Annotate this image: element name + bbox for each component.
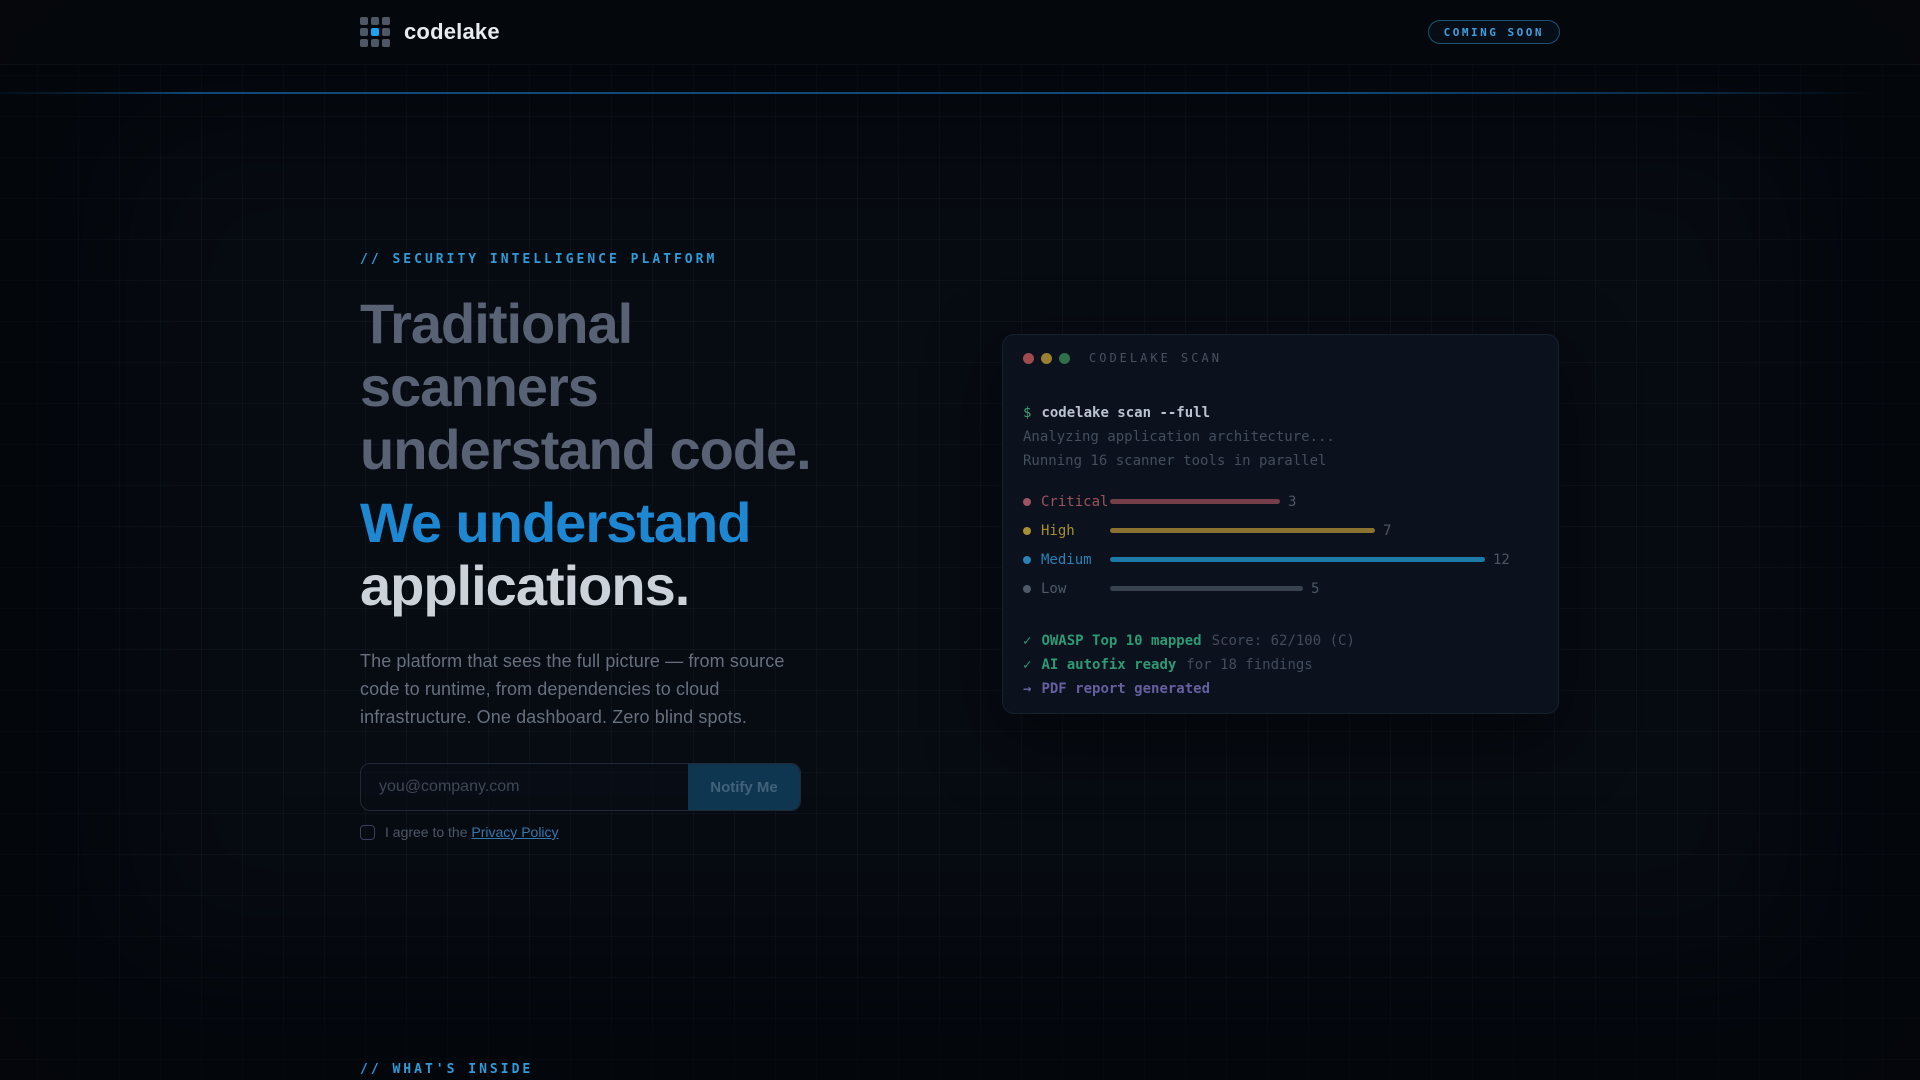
headline-muted-line1: Traditional scanners — [360, 292, 633, 418]
severity-row-low: Low 5 — [1023, 574, 1538, 603]
critical-dot-icon — [1023, 497, 1031, 506]
severity-label: High — [1041, 522, 1075, 539]
severity-count: 12 — [1493, 551, 1510, 568]
logo-cell — [360, 28, 368, 36]
severity-count: 5 — [1311, 580, 1320, 597]
privacy-policy-link[interactable]: Privacy Policy — [471, 824, 558, 840]
severity-bar — [1110, 499, 1280, 504]
email-input[interactable] — [361, 764, 688, 810]
header: codelake COMING SOON — [0, 0, 1920, 65]
terminal-command: codelake scan --full — [1041, 405, 1211, 421]
severity-label: Medium — [1041, 551, 1092, 568]
logo-cell-accent — [371, 28, 379, 36]
scan-summary: ✓ OWASP Top 10 mapped Score: 62/100 (C) ✓… — [1023, 629, 1538, 701]
summary-suffix: for 18 findings — [1186, 657, 1313, 673]
logo-cell — [382, 17, 390, 25]
hero-section: // SECURITY INTELLIGENCE PLATFORM Tradit… — [360, 252, 822, 840]
severity-bars: Critical 3 High 7 Medium 12 Low 5 — [1023, 487, 1538, 603]
hero-paragraph: The platform that sees the full picture … — [360, 651, 785, 727]
maximize-dot-icon — [1059, 352, 1070, 364]
terminal-title: CODELAKE SCAN — [1089, 351, 1222, 365]
whats-inside-label: // WHAT'S INSIDE — [360, 1062, 534, 1077]
severity-count: 3 — [1288, 493, 1297, 510]
logo-cell — [382, 28, 390, 36]
logo-cell — [360, 39, 368, 47]
terminal-titlebar: CODELAKE SCAN — [1003, 335, 1558, 365]
headline-muted-line2: understand code. — [360, 418, 812, 481]
severity-row-high: High 7 — [1023, 516, 1538, 545]
signup-form: Notify Me — [360, 763, 801, 811]
top-accent-line — [0, 92, 1920, 94]
grid-background — [0, 0, 1920, 1080]
summary-text: PDF report generated — [1041, 681, 1211, 697]
logo-grid-icon — [360, 17, 390, 47]
logo-cell — [360, 17, 368, 25]
minimize-dot-icon — [1041, 352, 1052, 364]
severity-bar — [1110, 528, 1375, 533]
summary-line: → PDF report generated — [1023, 677, 1538, 701]
summary-line: ✓ AI autofix ready for 18 findings — [1023, 653, 1538, 677]
terminal-command-line: $ codelake scan --full — [1023, 401, 1538, 425]
medium-dot-icon — [1023, 555, 1031, 564]
summary-line: ✓ OWASP Top 10 mapped Score: 62/100 (C) — [1023, 629, 1538, 653]
page-title: Traditional scanners understand code. We… — [360, 292, 822, 617]
privacy-checkbox[interactable] — [360, 824, 375, 840]
summary-text: OWASP Top 10 mapped — [1041, 633, 1202, 649]
page: codelake COMING SOON // SECURITY INTELLI… — [0, 0, 1920, 1080]
severity-row-medium: Medium 12 — [1023, 545, 1538, 574]
summary-text: AI autofix ready — [1041, 657, 1177, 673]
terminal-window: CODELAKE SCAN $ codelake scan --full Ana… — [1002, 334, 1559, 714]
high-dot-icon — [1023, 526, 1031, 535]
severity-count: 7 — [1383, 522, 1392, 539]
close-dot-icon — [1023, 352, 1034, 364]
check-icon: ✓ — [1023, 657, 1032, 673]
summary-suffix: Score: 62/100 (C) — [1211, 633, 1355, 649]
headline-strong: applications. — [360, 554, 690, 617]
coming-soon-badge: COMING SOON — [1427, 20, 1560, 44]
terminal-body: $ codelake scan --full Analyzing applica… — [1003, 365, 1558, 701]
severity-bar — [1110, 586, 1303, 591]
brand[interactable]: codelake — [360, 17, 500, 47]
low-dot-icon — [1023, 584, 1031, 593]
vignette-overlay — [0, 0, 1920, 1080]
severity-label: Low — [1041, 580, 1067, 597]
check-icon: ✓ — [1023, 633, 1032, 649]
prompt-symbol: $ — [1023, 405, 1032, 421]
arrow-right-icon: → — [1023, 681, 1032, 697]
severity-label: Critical — [1041, 493, 1109, 510]
brand-name: codelake — [404, 19, 500, 44]
terminal-output-line: Analyzing application architecture... — [1023, 429, 1335, 445]
headline-accent: We understand — [360, 491, 751, 554]
logo-cell — [371, 17, 379, 25]
logo-cell — [382, 39, 390, 47]
logo-cell — [371, 39, 379, 47]
severity-bar — [1110, 557, 1485, 562]
consent-text: I agree to the Privacy Policy — [385, 824, 559, 840]
severity-row-critical: Critical 3 — [1023, 487, 1538, 516]
terminal-output-line: Running 16 scanner tools in parallel — [1023, 453, 1327, 469]
eyebrow-label: // SECURITY INTELLIGENCE PLATFORM — [360, 252, 718, 267]
notify-me-button[interactable]: Notify Me — [688, 764, 800, 810]
consent-row: I agree to the Privacy Policy — [360, 824, 822, 840]
